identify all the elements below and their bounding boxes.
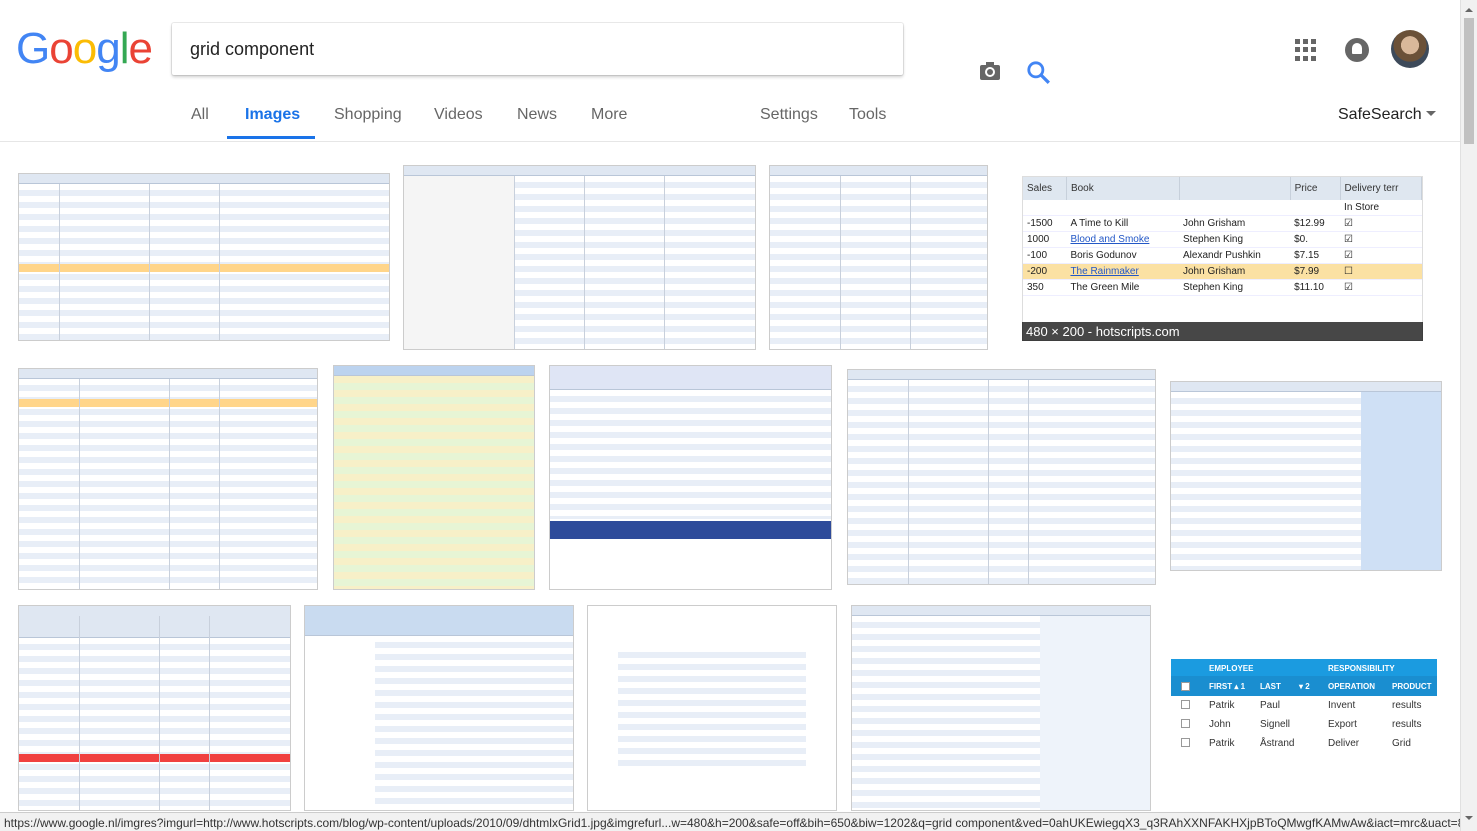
header: Google All Images Shopping Videos News M… (0, 0, 1460, 142)
logo-letter: l (119, 24, 130, 73)
image-result[interactable] (403, 165, 756, 350)
logo-letter: g (96, 24, 121, 73)
tab-tools[interactable]: Tools (849, 106, 886, 124)
tab-all[interactable]: All (191, 106, 209, 124)
google-logo[interactable]: Google (16, 24, 153, 74)
image-result[interactable] (847, 369, 1156, 585)
tab-settings[interactable]: Settings (760, 106, 818, 124)
tab-news[interactable]: News (517, 106, 557, 124)
search-box[interactable] (172, 23, 1050, 84)
list-item: Patrik Paul Invent results (1171, 696, 1437, 715)
image-result[interactable] (851, 605, 1151, 811)
logo-letter: G (16, 24, 50, 73)
image-result-employee-grid[interactable]: EMPLOYEE RESPONSIBILITY FIRST ▴ 1 LAST ▾ 2O… (1171, 659, 1437, 765)
row-checkbox[interactable] (1181, 719, 1190, 728)
image-result[interactable] (18, 368, 318, 590)
image-size-overlay: 480 × 200 - hotscripts.com (1022, 322, 1423, 341)
image-result[interactable] (333, 365, 535, 590)
image-result[interactable] (1170, 381, 1442, 571)
table-row: -100 Boris Godunov Alexandr Pushkin $7.15 ☑ (1023, 247, 1422, 264)
row-checkbox[interactable] (1181, 738, 1190, 747)
image-result-featured[interactable]: Sales Book Price Delivery terr In Store -15… (1022, 176, 1423, 341)
image-result[interactable] (18, 605, 291, 811)
scrollbar-thumb[interactable] (1464, 18, 1474, 144)
image-result[interactable] (18, 173, 390, 341)
image-result[interactable] (769, 165, 988, 350)
table-row: 1000 Blood and Smoke Stephen King $0. ☑ (1023, 231, 1422, 248)
image-result[interactable] (587, 605, 837, 811)
apps-icon[interactable] (1295, 39, 1317, 61)
notifications-icon[interactable] (1345, 38, 1369, 62)
table-row: -1500 A Time to Kill John Grisham $12.99 ☑ (1023, 215, 1422, 232)
image-result[interactable] (549, 365, 832, 590)
tab-images[interactable]: Images (245, 106, 300, 124)
search-tabs: All Images Shopping Videos News More Set… (0, 96, 1460, 142)
logo-letter: e (128, 24, 153, 73)
image-result[interactable] (304, 605, 574, 811)
row-checkbox[interactable] (1181, 700, 1190, 709)
table-row: -200 The Rainmaker John Grisham $7.99 ☐ (1023, 263, 1422, 280)
active-tab-indicator (227, 136, 315, 139)
status-bar-url: https://www.google.nl/imgres?imgurl=http… (0, 812, 1460, 831)
tab-shopping[interactable]: Shopping (334, 106, 402, 124)
safesearch-dropdown[interactable]: SafeSearch (1338, 106, 1436, 124)
tab-videos[interactable]: Videos (434, 106, 483, 124)
camera-icon[interactable] (978, 59, 1002, 83)
search-icon[interactable] (1025, 59, 1051, 85)
vertical-scrollbar[interactable] (1460, 0, 1477, 831)
list-item: John Signell Export results (1171, 715, 1437, 734)
logo-letter: o (72, 24, 98, 73)
logo-letter: o (49, 24, 74, 73)
list-item: Patrik Åstrand Deliver Grid (1171, 734, 1437, 753)
image-results-grid: Sales Book Price Delivery terr In Store -15… (0, 143, 1460, 816)
search-input[interactable] (190, 35, 790, 63)
tab-more[interactable]: More (591, 106, 627, 124)
table-row: 350 The Green Mile Stephen King $11.10 ☑ (1023, 279, 1422, 296)
page: Google All Images Shopping Videos News M… (0, 0, 1477, 831)
avatar[interactable] (1391, 30, 1429, 68)
